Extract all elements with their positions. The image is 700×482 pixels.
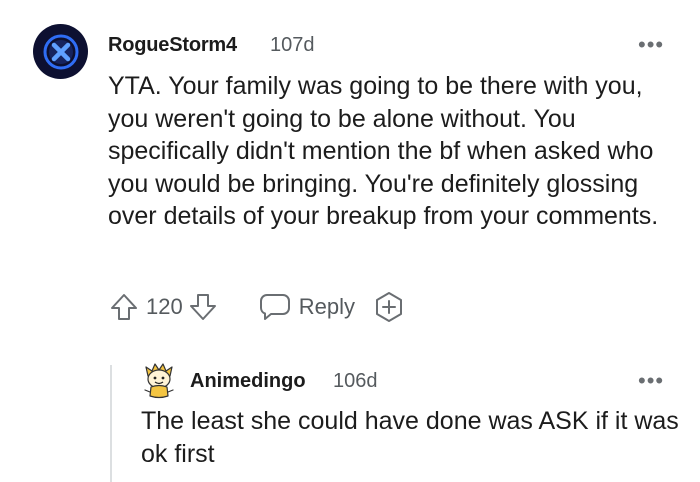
x-circle-icon — [43, 34, 78, 69]
comment-body: YTA. Your family was going to be there w… — [108, 72, 659, 230]
comment-author[interactable]: RogueStorm4 — [108, 34, 237, 57]
user-avatar[interactable] — [33, 24, 88, 79]
comment-thread: RogueStorm4 107d ••• YTA. Your family wa… — [0, 0, 700, 482]
reply-author[interactable]: Animedingo — [190, 370, 306, 393]
upvote-button[interactable] — [108, 291, 140, 323]
reply-body: The least she could have done was ASK if… — [141, 407, 679, 468]
reply-avatar[interactable] — [142, 362, 176, 400]
thread-line[interactable] — [110, 365, 112, 482]
comment-actions: 120 Reply — [108, 289, 405, 325]
reply-button[interactable]: Reply — [259, 292, 355, 322]
comment-age: 107d — [270, 34, 315, 56]
upvote-arrow-icon — [111, 294, 137, 320]
speech-bubble-icon — [259, 294, 290, 320]
cartoon-character-avatar — [144, 363, 174, 399]
reply-age: 106d — [333, 370, 378, 392]
reply-more-options-icon[interactable]: ••• — [638, 368, 664, 394]
downvote-button[interactable] — [187, 291, 219, 323]
reply-label: Reply — [298, 294, 355, 319]
more-options-icon[interactable]: ••• — [638, 32, 664, 58]
award-button[interactable] — [373, 291, 405, 323]
vote-count: 120 — [146, 294, 183, 319]
downvote-arrow-icon — [189, 294, 216, 320]
award-plus-icon — [375, 292, 402, 322]
